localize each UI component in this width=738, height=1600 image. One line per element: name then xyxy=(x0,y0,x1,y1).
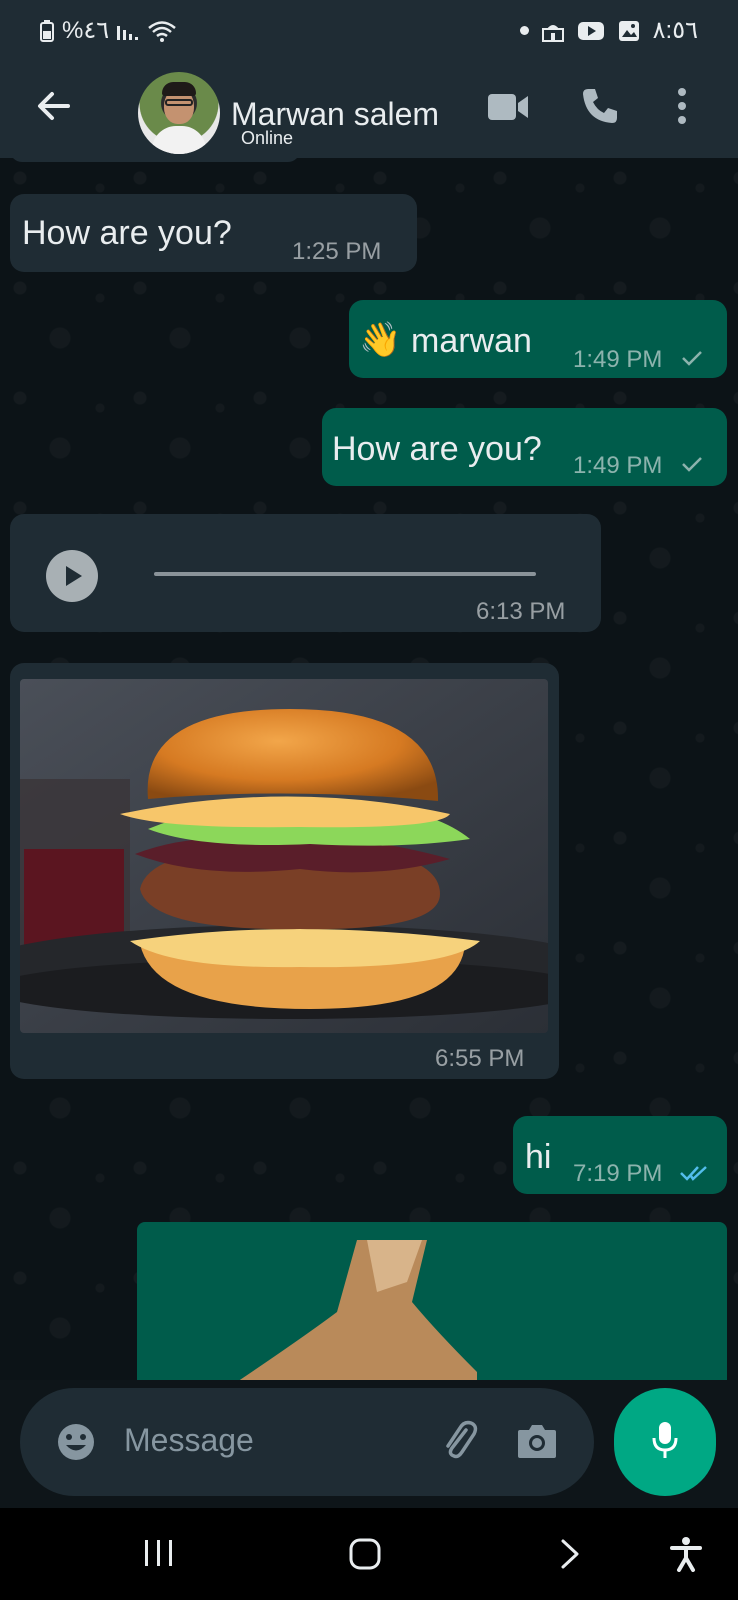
avatar-glasses xyxy=(165,99,193,106)
more-vert-icon[interactable] xyxy=(676,86,688,131)
sticker-image xyxy=(239,1240,477,1380)
message-time: 1:25 PM xyxy=(292,238,382,265)
status-left: %٤٦ xyxy=(38,16,177,45)
back-icon[interactable] xyxy=(558,1538,582,1575)
home-icon[interactable] xyxy=(348,1538,382,1575)
sent-tick-icon xyxy=(681,350,703,371)
video-call-icon[interactable] xyxy=(488,92,530,127)
avatar-hair xyxy=(162,82,196,96)
play-icon[interactable] xyxy=(46,550,98,602)
message-text: marwan xyxy=(411,322,532,360)
message-bubble[interactable]: 👋 marwan 1:49 PM xyxy=(349,300,727,378)
wifi-icon xyxy=(147,19,177,43)
message-bubble[interactable]: How are you? 1:49 PM xyxy=(322,408,727,486)
read-tick-icon xyxy=(679,1164,709,1187)
message-text: How are you? xyxy=(332,430,542,468)
mic-button[interactable] xyxy=(614,1388,716,1496)
accessibility-icon[interactable] xyxy=(670,1536,702,1577)
contact-status: Online xyxy=(241,128,294,148)
battery-percent: %٤٦ xyxy=(62,17,110,44)
image-message-bubble[interactable]: 6:55 PM xyxy=(10,663,559,1079)
message-text: hi xyxy=(525,1138,552,1176)
recents-icon[interactable] xyxy=(142,1538,176,1573)
message-composer[interactable]: Message xyxy=(20,1388,594,1496)
message-time: 6:55 PM xyxy=(435,1045,525,1072)
chat-screen: %٤٦ ٨:٥٦ Marwan salem Online How are you… xyxy=(0,0,738,1600)
message-time: 7:19 PM xyxy=(573,1160,663,1187)
emoji-icon[interactable] xyxy=(56,1422,96,1467)
voice-message-bubble[interactable]: 6:13 PM xyxy=(10,514,601,632)
attach-icon[interactable] xyxy=(440,1418,480,1467)
gallery-icon xyxy=(617,19,641,43)
status-right: ٨:٥٦ xyxy=(519,16,698,45)
notification-dot-icon xyxy=(519,26,529,35)
partial-message xyxy=(10,158,300,162)
status-time: ٨:٥٦ xyxy=(652,17,698,44)
voice-progress-track[interactable] xyxy=(154,572,536,576)
phone-icon[interactable] xyxy=(580,86,620,131)
app-header: %٤٦ ٨:٥٦ Marwan salem Online xyxy=(0,0,738,158)
status-bar: %٤٦ ٨:٥٦ xyxy=(0,0,738,58)
chat-messages[interactable]: How are you? 1:25 PM 👋 marwan 1:49 PM Ho… xyxy=(0,158,738,1380)
message-bubble[interactable]: hi 7:19 PM xyxy=(513,1116,727,1194)
wave-emoji: 👋 xyxy=(359,321,402,359)
mic-icon xyxy=(650,1420,680,1465)
mosque-icon xyxy=(541,19,565,43)
message-time: 6:13 PM xyxy=(476,598,566,625)
system-nav-bar xyxy=(0,1508,738,1600)
message-input[interactable]: Message xyxy=(124,1422,254,1459)
sent-tick-icon xyxy=(681,456,703,477)
avatar[interactable] xyxy=(138,72,220,154)
battery-saver-icon xyxy=(38,19,56,43)
message-time: 1:49 PM xyxy=(573,346,663,373)
signal-icon xyxy=(115,20,141,42)
burger-image[interactable] xyxy=(20,679,548,1033)
camera-icon[interactable] xyxy=(516,1422,558,1465)
message-bubble[interactable]: How are you? 1:25 PM xyxy=(10,194,417,272)
avatar-shirt xyxy=(152,126,206,154)
message-text: How are you? xyxy=(22,214,232,252)
youtube-icon xyxy=(577,20,605,42)
sticker-message-bubble[interactable] xyxy=(137,1222,727,1380)
message-time: 1:49 PM xyxy=(573,452,663,479)
back-arrow-icon[interactable] xyxy=(34,86,74,126)
